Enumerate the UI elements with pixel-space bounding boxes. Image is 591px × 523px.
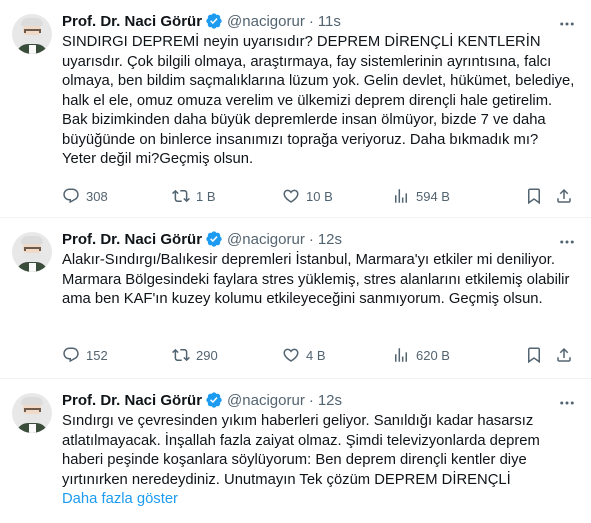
tweet-text: Alakır-Sındırgı/Balıkesir depremleri İst… [62,252,570,307]
retweet-button[interactable]: 1 B [172,187,282,205]
tweet-header: Prof. Dr. Naci Görür @nacigorur · 11s [62,12,341,30]
like-button[interactable]: 4 B [282,346,392,364]
author-name[interactable]: Prof. Dr. Naci Görür [62,392,202,409]
views-chart-icon [395,189,407,203]
like-count: 10 B [306,188,333,204]
views-count: 594 B [416,188,450,204]
tweet-time[interactable]: 12s [318,231,342,248]
avatar[interactable] [12,393,52,433]
views-button[interactable]: 620 B [392,346,512,364]
tweet-text: Sındırgı ve çevresinden yıkım haberleri … [62,413,540,488]
share-button[interactable] [555,346,577,364]
verified-badge-icon [206,231,222,247]
more-dots-icon[interactable] [557,393,577,413]
author-handle[interactable]: @nacigorur [227,231,305,248]
reply-icon [63,347,79,363]
bookmark-icon [528,188,540,205]
retweet-count: 1 B [196,188,216,204]
avatar[interactable] [12,232,52,272]
author-handle[interactable]: @nacigorur [227,392,305,409]
more-dots-icon[interactable] [557,14,577,34]
reply-count: 152 [86,347,108,363]
reply-icon [63,188,79,204]
views-button[interactable]: 594 B [392,187,512,205]
tweet[interactable]: Prof. Dr. Naci Görür @nacigorur · 12s Sı… [0,379,591,523]
heart-icon [283,348,299,362]
tweet-actions: 152 290 4 B 620 B [62,345,577,365]
avatar[interactable] [12,14,52,54]
tweet-time[interactable]: 11s [318,13,341,30]
tweet-text: SINDIRGI DEPREMİ neyin uyarısıdır? DEPRE… [62,34,575,167]
tweet-time[interactable]: 12s [318,392,342,409]
tweet-header: Prof. Dr. Naci Görür @nacigorur · 12s [62,230,342,248]
author-name[interactable]: Prof. Dr. Naci Görür [62,231,202,248]
views-chart-icon [395,348,407,362]
like-count: 4 B [306,347,326,363]
tweet-header: Prof. Dr. Naci Görür @nacigorur · 12s [62,391,342,409]
retweet-count: 290 [196,347,218,363]
reply-button[interactable]: 308 [62,187,172,205]
bookmark-icon [528,347,540,364]
verified-badge-icon [206,392,222,408]
share-button[interactable] [555,187,577,205]
retweet-icon [172,189,190,203]
tweet[interactable]: Prof. Dr. Naci Görür @nacigorur · 11s SI… [0,0,591,218]
author-handle[interactable]: @nacigorur [227,13,305,30]
like-button[interactable]: 10 B [282,187,392,205]
heart-icon [283,189,299,203]
reply-button[interactable]: 152 [62,346,172,364]
views-count: 620 B [416,347,450,363]
bookmark-button[interactable] [525,187,551,205]
tweet-actions: 308 1 B 10 B 594 B [62,186,577,206]
reply-count: 308 [86,188,108,204]
verified-badge-icon [206,13,222,29]
share-icon [557,188,571,203]
more-dots-icon[interactable] [557,232,577,252]
share-icon [557,347,571,362]
retweet-icon [172,348,190,362]
bookmark-button[interactable] [525,346,551,364]
author-name[interactable]: Prof. Dr. Naci Görür [62,13,202,30]
tweet[interactable]: Prof. Dr. Naci Görür @nacigorur · 12s Al… [0,218,591,379]
retweet-button[interactable]: 290 [172,346,282,364]
show-more-link[interactable]: Daha fazla göster [62,490,575,510]
